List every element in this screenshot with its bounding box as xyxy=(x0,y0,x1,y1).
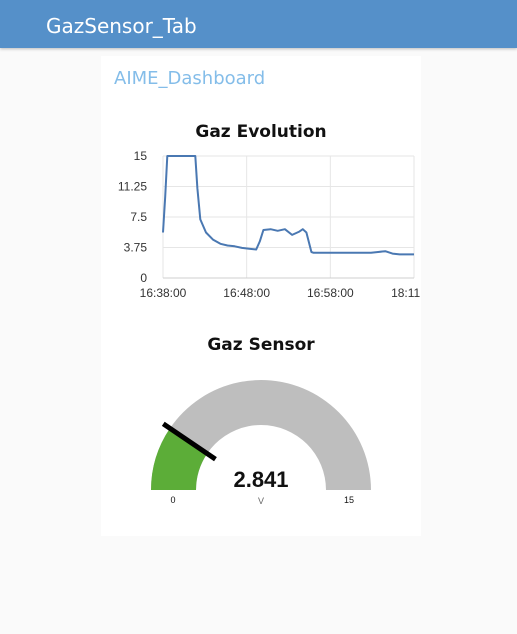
chart-y-tick-label: 11.25 xyxy=(118,180,147,194)
chart-x-tick-label: 16:38:00 xyxy=(140,286,187,300)
chart-y-tick-label: 3.75 xyxy=(124,241,148,255)
chart-y-tick-label: 0 xyxy=(140,271,147,285)
chart-y-axis: 15 11.25 7.5 3.75 0 xyxy=(118,149,147,285)
chart-y-tick-label: 7.5 xyxy=(130,210,147,224)
chart-x-tick-label: 16:48:00 xyxy=(223,286,270,300)
gauge: 2.841 V 0 15 xyxy=(151,380,371,506)
gauge-value: 2.841 xyxy=(233,467,288,492)
line-chart[interactable]: 15 11.25 7.5 3.75 0 16:38:00 16:48:00 16:58:00… xyxy=(101,146,421,336)
chart-x-tick-label: 18:11:00 xyxy=(391,286,421,300)
chart-title: Gaz Evolution xyxy=(195,122,327,142)
gauge-unit: V xyxy=(258,496,264,506)
chart-y-tick-label: 15 xyxy=(134,149,148,163)
gauge-title: Gaz Sensor xyxy=(207,335,315,355)
top-bar: GazSensor_Tab xyxy=(0,0,517,48)
dashboard-group-card: AIME_Dashboard Gaz Evolution 15 11.25 7.5 3… xyxy=(101,56,421,536)
chart-x-tick-label: 16:58:00 xyxy=(307,286,354,300)
chart-series-line xyxy=(162,155,414,256)
gauge-min-label: 0 xyxy=(170,495,175,505)
tab-title: GazSensor_Tab xyxy=(46,14,197,38)
group-title: AIME_Dashboard xyxy=(114,68,266,89)
chart-x-axis: 16:38:00 16:48:00 16:58:00 18:11:00 xyxy=(140,286,421,300)
gauge-max-label: 15 xyxy=(344,495,354,505)
